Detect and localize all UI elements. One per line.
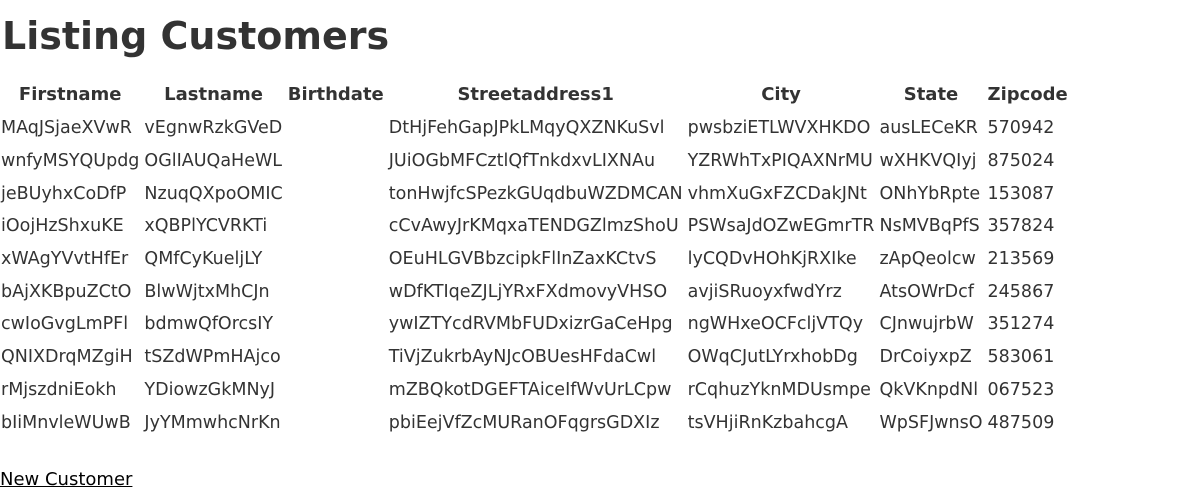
table-header-row: Firstname Lastname Birthdate Streetaddre… (1, 78, 1068, 112)
birthdate-cell (288, 177, 384, 210)
header-streetaddress1: Streetaddress1 (457, 83, 614, 105)
birthdate-cell (288, 406, 384, 439)
city-cell: tsVHjiRnKzbahcgA (687, 412, 848, 433)
firstname-cell: rMjszdniEokh (1, 379, 117, 400)
streetaddress1-cell: tonHwjfcSPezkGUqdbuWZDMCAN (388, 183, 683, 204)
firstname-cell: iOojHzShxuKE (1, 216, 124, 237)
header-birthdate: Birthdate (287, 83, 384, 105)
birthdate-cell (288, 145, 384, 178)
lastname-cell: JyYMmwhcNrKn (144, 412, 281, 433)
page-title: Listing Customers (2, 14, 390, 58)
city-cell: rCqhuzYknMDUsmpe (687, 379, 871, 400)
zipcode-cell: 213569 (987, 249, 1055, 270)
table-row: rMjszdniEokh YDiowzGkMNyJ mZBQkotDGEFTAice… (1, 374, 1068, 407)
birthdate-cell (288, 112, 384, 145)
state-cell: wXHKVQIyj (879, 151, 977, 172)
zipcode-cell: 357824 (987, 216, 1055, 237)
zipcode-cell: 875024 (987, 151, 1055, 172)
city-cell: avjiSRuoyxfwdYrz (687, 281, 842, 302)
state-cell: zApQeolcw (879, 249, 976, 270)
zipcode-cell: 245867 (987, 281, 1055, 302)
firstname-cell: bAjXKBpuZCtO (1, 281, 132, 302)
table-row: jeBUyhxCoDfP NzuqQXpoOMIC tonHwjfcSPezkGUq… (1, 177, 1068, 210)
lastname-cell: OGlIAUQaHeWL (144, 151, 283, 172)
firstname-cell: wnfyMSYQUpdg (1, 151, 140, 172)
zipcode-cell: 487509 (987, 412, 1055, 433)
streetaddress1-cell: DtHjFehGapJPkLMqyQXZNKuSvl (388, 118, 665, 139)
header-zipcode: Zipcode (987, 83, 1068, 105)
firstname-cell: bIiMnvleWUwB (1, 412, 131, 433)
firstname-cell: xWAgYVvtHfEr (1, 249, 129, 270)
state-cell: ONhYbRpte (879, 183, 981, 204)
state-cell: DrCoiyxpZ (879, 347, 972, 368)
streetaddress1-cell: TiVjZukrbAyNJcOBUesHFdaCwl (388, 347, 657, 368)
zipcode-cell: 570942 (987, 118, 1055, 139)
table-row: bAjXKBpuZCtO BlwWjtxMhCJn wDfKTIqeZJLjYRxF… (1, 275, 1068, 308)
birthdate-cell (288, 243, 384, 276)
birthdate-cell (288, 308, 384, 341)
table-row: MAqJSjaeXVwR vEgnwRzkGVeD DtHjFehGapJPkLMq… (1, 112, 1068, 145)
table-row: xWAgYVvtHfEr QMfCyKueljLY OEuHLGVBbzcipkFl… (1, 243, 1068, 276)
customers-table: Firstname Lastname Birthdate Streetaddre… (0, 78, 1073, 439)
state-cell: CJnwujrbW (879, 314, 974, 335)
lastname-cell: NzuqQXpoOMIC (144, 183, 283, 204)
zipcode-cell: 067523 (987, 379, 1055, 400)
state-cell: AtsOWrDcf (879, 281, 974, 302)
table-row: wnfyMSYQUpdg OGlIAUQaHeWL JUiOGbMFCztlQfTn… (1, 145, 1068, 178)
firstname-cell: cwIoGvgLmPFl (1, 314, 129, 335)
streetaddress1-cell: ywIZTYcdRVMbFUDxizrGaCeHpg (388, 314, 673, 335)
firstname-cell: QNIXDrqMZgiH (1, 347, 133, 368)
header-city: City (761, 83, 801, 105)
streetaddress1-cell: mZBQkotDGEFTAiceIfWvUrLCpw (388, 379, 672, 400)
table-row: iOojHzShxuKE xQBPlYCVRKTi cCvAwyJrKMqxaTEN… (1, 210, 1068, 243)
table-row: cwIoGvgLmPFl bdmwQfOrcsIY ywIZTYcdRVMbFUDx… (1, 308, 1068, 341)
table-row: bIiMnvleWUwB JyYMmwhcNrKn pbiEejVfZcMURanO… (1, 406, 1068, 439)
zipcode-cell: 583061 (987, 347, 1055, 368)
zipcode-cell: 153087 (987, 183, 1055, 204)
state-cell: NsMVBqPfS (879, 216, 980, 237)
city-cell: ngWHxeOCFcljVTQy (687, 314, 864, 335)
table-row: QNIXDrqMZgiH tSZdWPmHAjco TiVjZukrbAyNJcOB… (1, 341, 1068, 374)
state-cell: ausLECeKR (879, 118, 978, 139)
city-cell: pwsbziETLWVXHKDO (687, 118, 871, 139)
header-firstname: Firstname (18, 83, 122, 105)
zipcode-cell: 351274 (987, 314, 1055, 335)
header-state: State (903, 83, 959, 105)
lastname-cell: QMfCyKueljLY (144, 249, 263, 270)
streetaddress1-cell: pbiEejVfZcMURanOFqgrsGDXIz (388, 412, 660, 433)
streetaddress1-cell: OEuHLGVBbzcipkFlInZaxKCtvS (388, 249, 657, 270)
streetaddress1-cell: cCvAwyJrKMqxaTENDGZlmzShoU (388, 216, 679, 237)
state-cell: WpSFJwnsO (879, 412, 983, 433)
lastname-cell: tSZdWPmHAjco (144, 347, 281, 368)
city-cell: PSWsaJdOZwEGmrTR (687, 216, 875, 237)
birthdate-cell (288, 341, 384, 374)
city-cell: YZRWhTxPIQAXNrMU (687, 151, 873, 172)
city-cell: vhmXuGxFZCDakJNt (687, 183, 867, 204)
state-cell: QkVKnpdNl (879, 379, 979, 400)
header-lastname: Lastname (164, 83, 263, 105)
new-customer-link[interactable]: New Customer (0, 469, 132, 490)
customers-table-body: MAqJSjaeXVwR vEgnwRzkGVeD DtHjFehGapJPkLMq… (1, 112, 1068, 439)
lastname-cell: BlwWjtxMhCJn (144, 281, 270, 302)
streetaddress1-cell: wDfKTIqeZJLjYRxFXdmovyVHSO (388, 281, 668, 302)
firstname-cell: jeBUyhxCoDfP (1, 183, 127, 204)
birthdate-cell (288, 275, 384, 308)
city-cell: OWqCJutLYrxhobDg (687, 347, 858, 368)
birthdate-cell (288, 210, 384, 243)
lastname-cell: bdmwQfOrcsIY (144, 314, 274, 335)
lastname-cell: YDiowzGkMNyJ (144, 379, 276, 400)
lastname-cell: xQBPlYCVRKTi (144, 216, 268, 237)
birthdate-cell (288, 374, 384, 407)
firstname-cell: MAqJSjaeXVwR (1, 118, 132, 139)
lastname-cell: vEgnwRzkGVeD (144, 118, 283, 139)
streetaddress1-cell: JUiOGbMFCztlQfTnkdxvLIXNAu (388, 151, 656, 172)
city-cell: lyCQDvHOhKjRXIke (687, 249, 857, 270)
